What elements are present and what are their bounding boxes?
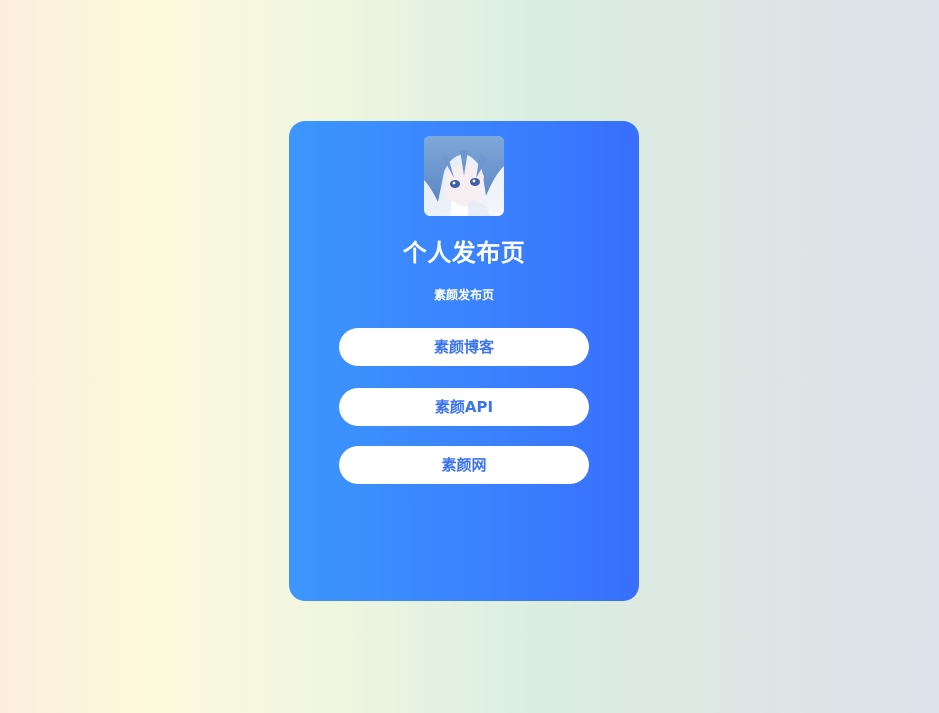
- page-subtitle: 素颜发布页: [433, 288, 494, 302]
- avatar: [424, 136, 504, 216]
- page-title: 个人发布页: [402, 239, 526, 267]
- api-link-button[interactable]: 素颜API: [339, 388, 589, 426]
- profile-card: 个人发布页 素颜发布页 素颜博客 素颜API 素颜网: [289, 121, 639, 601]
- blog-link-button[interactable]: 素颜博客: [339, 328, 589, 366]
- anime-avatar-icon: [424, 136, 504, 216]
- website-link-button[interactable]: 素颜网: [339, 446, 589, 484]
